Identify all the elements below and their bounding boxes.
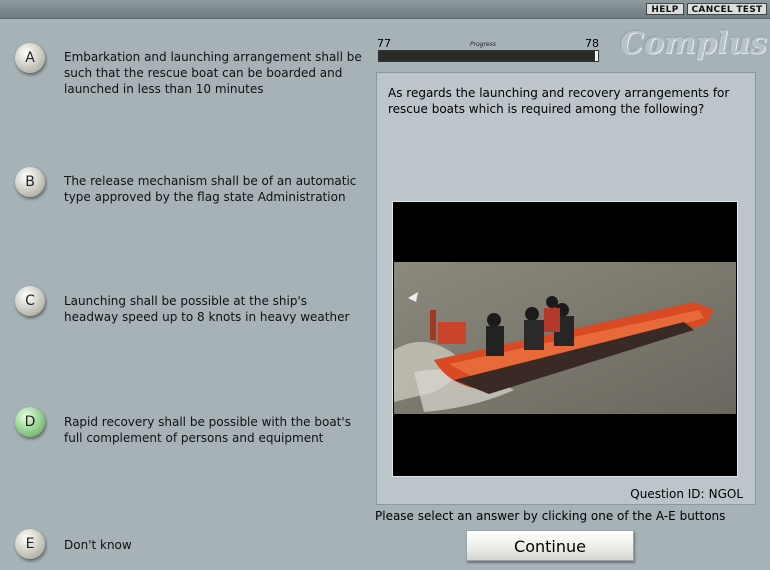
answer-b-button[interactable]: B <box>15 167 45 197</box>
help-button[interactable]: HELP <box>646 3 684 15</box>
answer-b-text: The release mechanism shall be of an aut… <box>64 174 357 204</box>
rescue-boat-photo <box>394 262 736 414</box>
question-text: As regards the launching and recovery ar… <box>388 86 730 116</box>
media-frame <box>392 201 738 477</box>
question-id-value: NGOL <box>708 487 743 501</box>
answer-d-button[interactable]: D <box>15 407 45 437</box>
instruction-text: Please select an answer by clicking one … <box>375 509 726 523</box>
progress-current: 77 <box>377 37 391 50</box>
answer-c-button[interactable]: C <box>15 286 45 316</box>
answer-a-text: Embarkation and launching arrangement sh… <box>64 50 362 96</box>
answer-c-text: Launching shall be possible at the ship'… <box>64 294 350 324</box>
answer-e-button[interactable]: E <box>15 529 45 559</box>
continue-button[interactable]: Continue <box>466 530 634 561</box>
cancel-test-button[interactable]: CANCEL TEST <box>687 3 767 15</box>
answer-a-button[interactable]: A <box>15 43 45 73</box>
complus-logo: Complus <box>620 26 767 61</box>
progress-total: 78 <box>585 37 599 50</box>
progress-label: Progress <box>470 41 496 48</box>
top-bar: HELP CANCEL TEST <box>0 0 770 19</box>
question-panel: As regards the launching and recovery ar… <box>376 72 756 505</box>
question-id-label: Question ID: <box>630 487 705 501</box>
answer-e-text: Don't know <box>64 538 132 552</box>
question-id: Question ID: NGOL <box>630 487 747 501</box>
progress-bar <box>378 50 599 62</box>
answer-d-text: Rapid recovery shall be possible with th… <box>64 415 351 445</box>
progress-fill <box>379 51 596 61</box>
